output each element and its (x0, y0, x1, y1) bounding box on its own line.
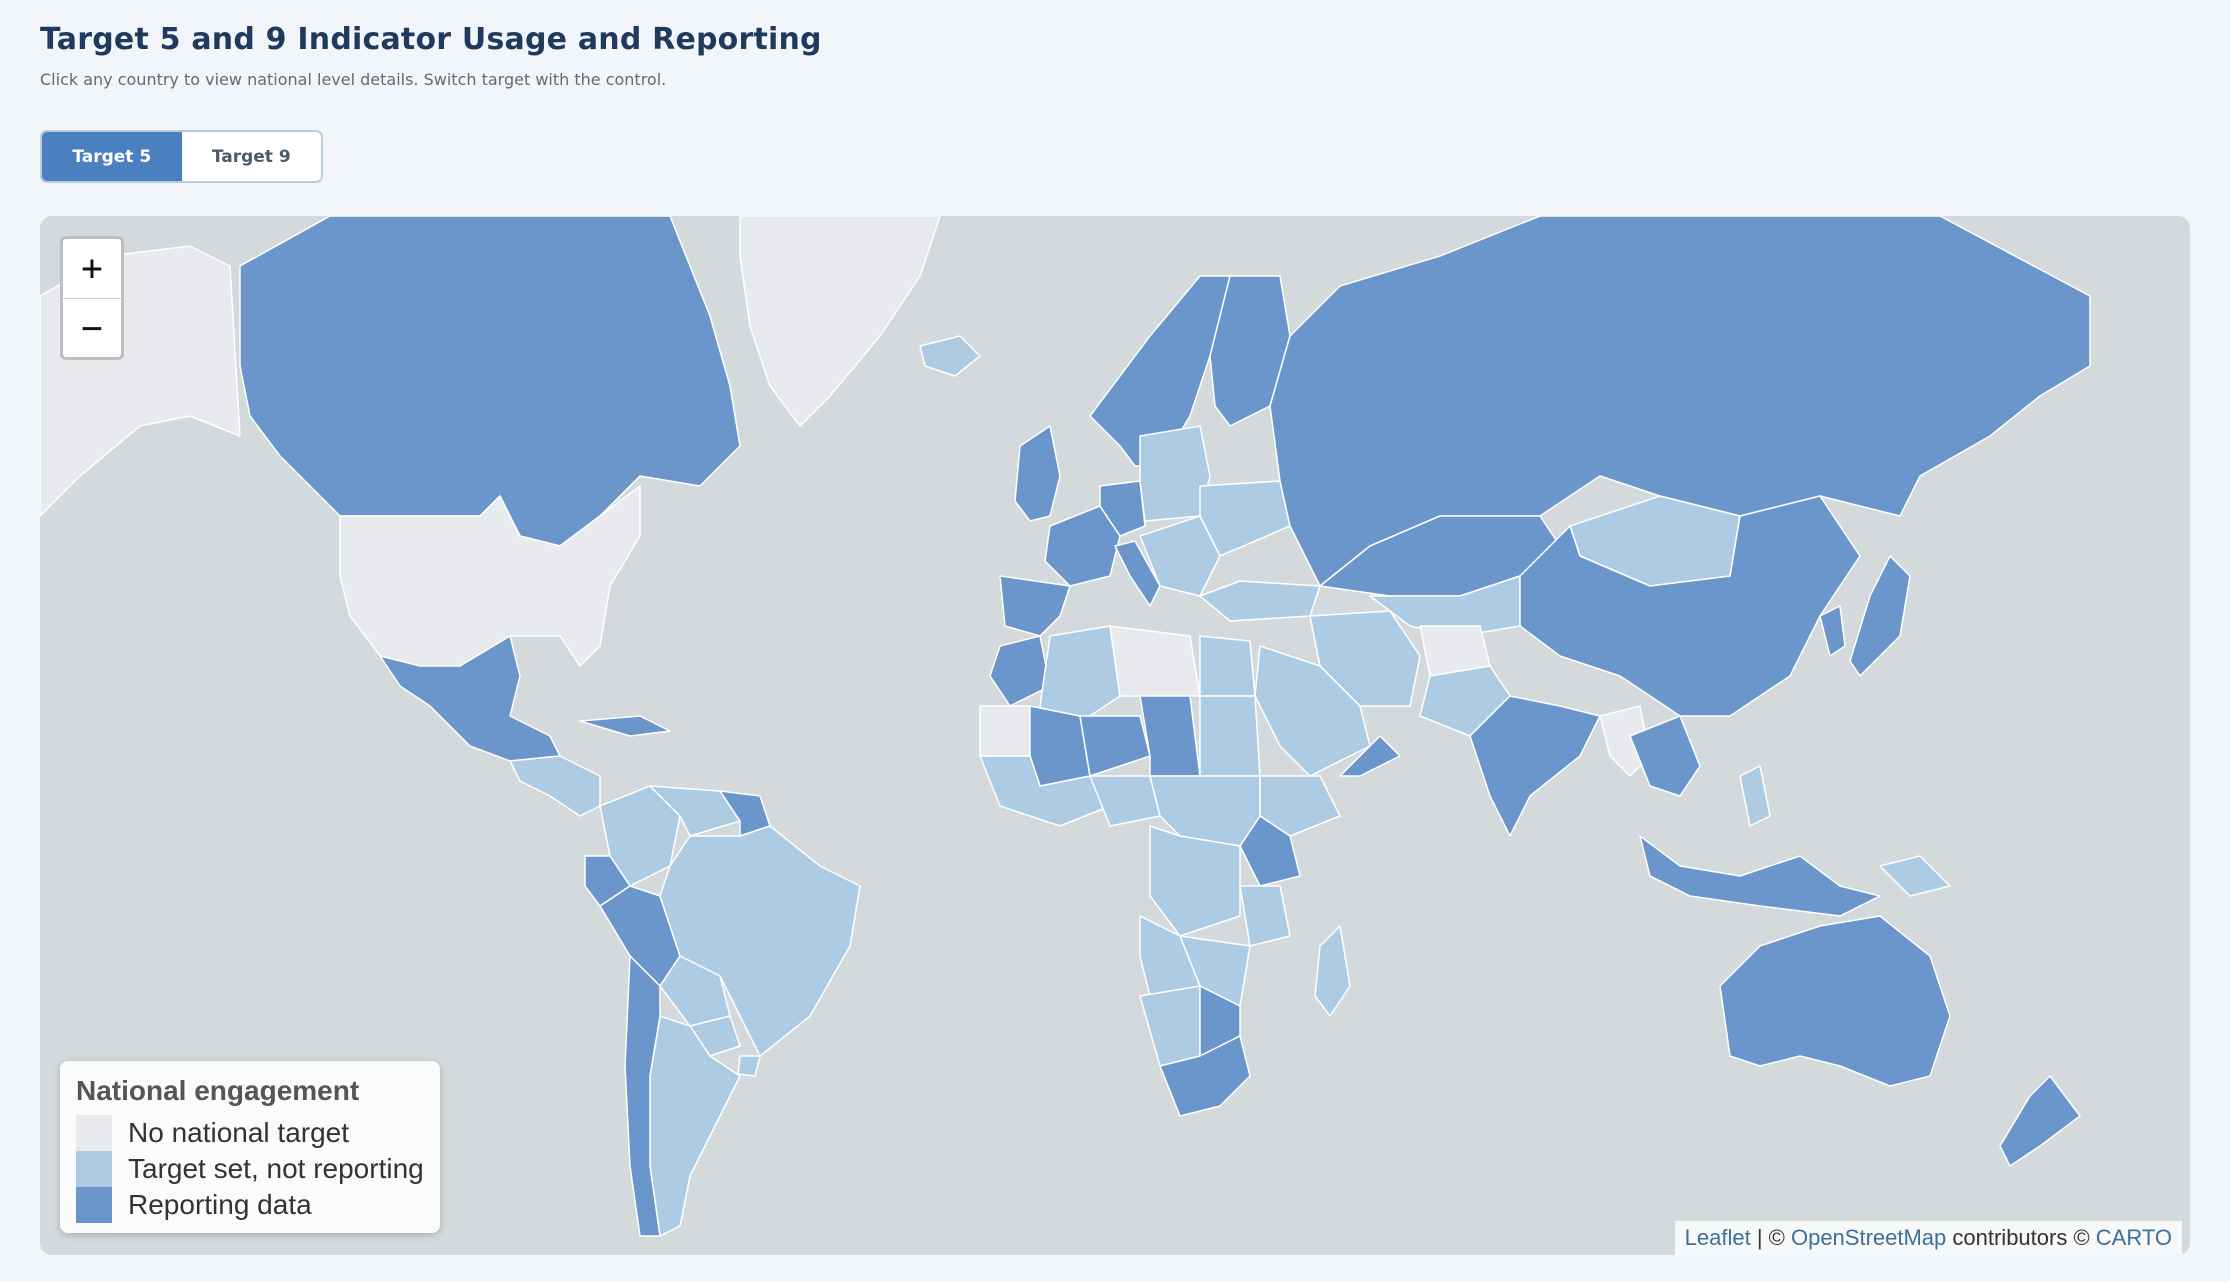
legend-label: Target set, not reporting (128, 1153, 424, 1184)
country-niger[interactable] (1079, 715, 1151, 777)
country-iberia[interactable] (999, 575, 1071, 637)
page-subtitle: Click any country to view national level… (40, 70, 667, 89)
attribution-sep: | © (1750, 1225, 1791, 1250)
country-png[interactable] (1879, 855, 1951, 897)
country-libya[interactable] (1109, 625, 1201, 697)
legend-swatch (76, 1115, 112, 1151)
page-title: Target 5 and 9 Indicator Usage and Repor… (40, 22, 822, 57)
country-namibia[interactable] (1139, 985, 1201, 1067)
leaflet-link[interactable]: Leaflet (1685, 1225, 1751, 1250)
legend-label: No national target (128, 1117, 350, 1148)
country-korea[interactable] (1819, 605, 1846, 657)
country-india[interactable] (1469, 695, 1601, 837)
country-philippines[interactable] (1739, 765, 1771, 827)
country-sudan[interactable] (1199, 695, 1261, 777)
country-iceland[interactable] (919, 335, 981, 377)
legend-item-not-reporting: Target set, not reporting (76, 1151, 424, 1187)
target-9-button[interactable]: Target 9 (182, 132, 322, 181)
country-greenland[interactable] (739, 216, 941, 427)
country-cuba[interactable] (579, 715, 671, 737)
zoom-in-button[interactable]: + (63, 239, 121, 299)
legend: National engagement No national target T… (60, 1061, 440, 1233)
country-chad[interactable] (1139, 695, 1201, 777)
country-japan[interactable] (1849, 555, 1911, 677)
country-malaysia-indonesia[interactable] (1639, 835, 1881, 917)
target-toggle: Target 5 Target 9 (40, 130, 323, 183)
target-5-button[interactable]: Target 5 (42, 132, 182, 181)
country-turkey[interactable] (1199, 580, 1321, 622)
country-central-america[interactable] (509, 755, 601, 817)
legend-swatch (76, 1151, 112, 1187)
zoom-out-button[interactable]: − (63, 299, 121, 357)
map-container[interactable]: + − National engagement No national targ… (40, 216, 2190, 1255)
legend-item-no-target: No national target (76, 1115, 424, 1151)
country-mauritania[interactable] (979, 705, 1031, 757)
country-tanzania[interactable] (1239, 885, 1291, 947)
carto-link[interactable]: CARTO (2096, 1225, 2172, 1250)
osm-link[interactable]: OpenStreetMap (1791, 1225, 1946, 1250)
country-uk-ireland[interactable] (1014, 425, 1061, 522)
country-madagascar[interactable] (1314, 925, 1351, 1017)
legend-label: Reporting data (128, 1189, 312, 1220)
legend-title: National engagement (76, 1075, 360, 1106)
zoom-control: + − (60, 236, 124, 360)
map-attribution: Leaflet | © OpenStreetMap contributors ©… (1674, 1221, 2182, 1255)
legend-item-reporting: Reporting data (76, 1187, 424, 1223)
country-egypt[interactable] (1199, 635, 1256, 697)
country-canada[interactable] (239, 216, 741, 547)
country-new-zealand[interactable] (1999, 1075, 2081, 1167)
country-uruguay[interactable] (737, 1055, 761, 1077)
legend-swatch (76, 1187, 112, 1223)
country-australia[interactable] (1719, 915, 1951, 1087)
attribution-contrib: contributors © (1946, 1225, 2096, 1250)
country-nigeria[interactable] (1089, 775, 1161, 827)
